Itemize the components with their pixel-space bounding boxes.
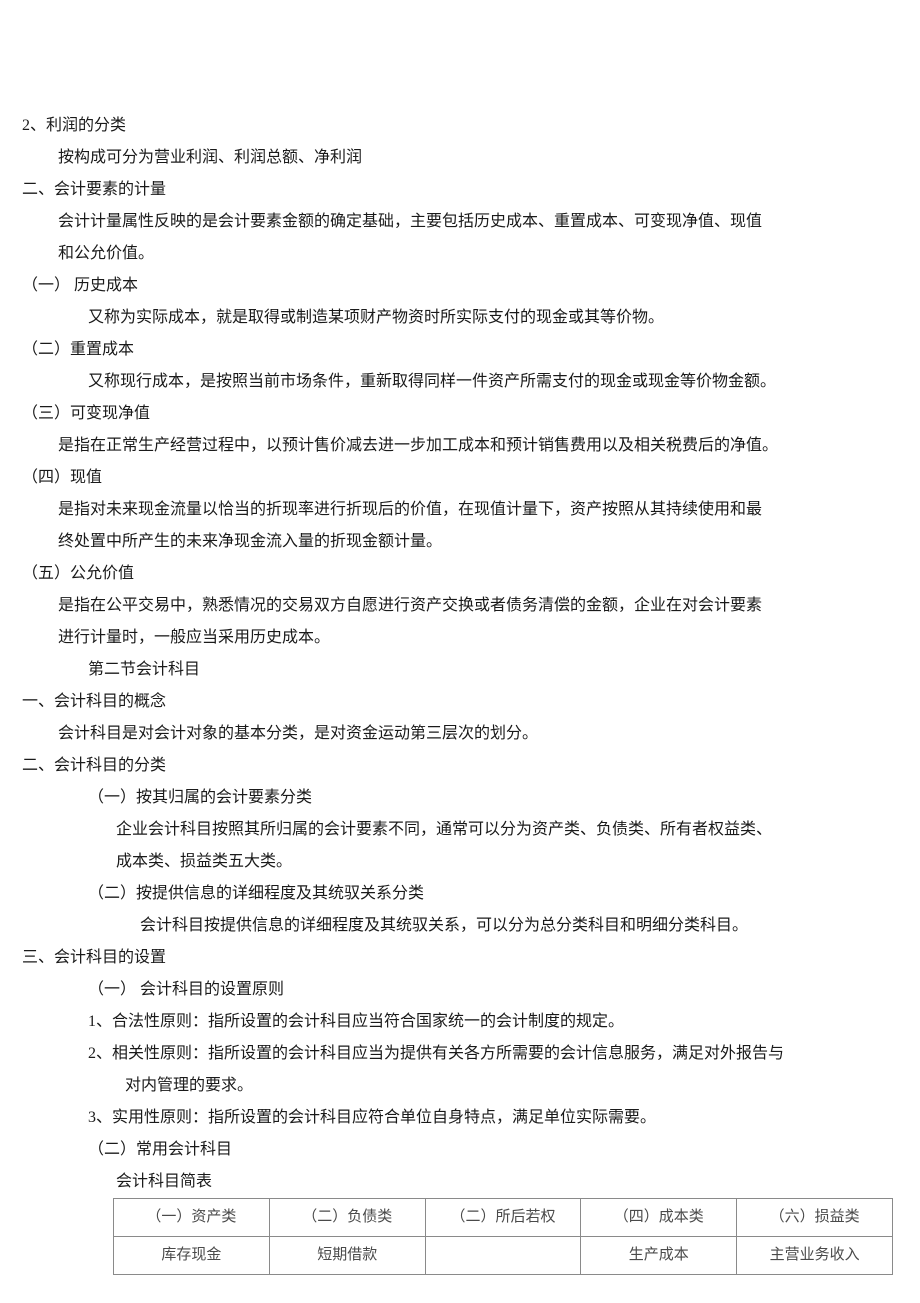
body-text: 对内管理的要求。 — [0, 1070, 920, 1102]
body-text: 又称现行成本，是按照当前市场条件，重新取得同样一件资产所需支付的现金或现金等价物… — [0, 366, 920, 398]
body-text: 会计科目按提供信息的详细程度及其统驭关系，可以分为总分类科目和明细分类科目。 — [0, 910, 920, 942]
table-header-liabilities: （二）负债类 — [269, 1199, 425, 1237]
body-text: 又称为实际成本，就是取得或制造某项财产物资时所实际支付的现金或其等价物。 — [0, 302, 920, 334]
subheading-historical-cost: （一） 历史成本 — [0, 270, 920, 302]
heading-account-concept: 一、会计科目的概念 — [0, 686, 920, 718]
subheading-by-element: （一）按其归属的会计要素分类 — [0, 782, 920, 814]
table-header-assets: （一）资产类 — [114, 1199, 270, 1237]
table-header-cost: （四）成本类 — [581, 1199, 737, 1237]
body-text: 是指在公平交易中，熟悉情况的交易双方自愿进行资产交换或者债务清偿的金额，企业在对… — [0, 590, 920, 622]
principle-practicality: 3、实用性原则：指所设置的会计科目应符合单位自身特点，满足单位实际需要。 — [0, 1102, 920, 1134]
accounts-table: （一）资产类 （二）负债类 （二）所后若权 （四）成本类 （六）损益类 库存现金… — [113, 1198, 893, 1275]
table-row: 库存现金 短期借款 生产成本 主营业务收入 — [114, 1237, 893, 1275]
heading-element-measurement: 二、会计要素的计量 — [0, 174, 920, 206]
section-title-accounts: 第二节会计科目 — [0, 654, 920, 686]
table-header-equity: （二）所后若权 — [425, 1199, 581, 1237]
body-text: 进行计量时，一般应当采用历史成本。 — [0, 622, 920, 654]
table-cell: 生产成本 — [581, 1237, 737, 1275]
body-text: 按构成可分为营业利润、利润总额、净利润 — [0, 142, 920, 174]
subheading-common-accounts: （二）常用会计科目 — [0, 1134, 920, 1166]
table-header-profitloss: （六）损益类 — [737, 1199, 893, 1237]
body-text: 会计计量属性反映的是会计要素金额的确定基础，主要包括历史成本、重置成本、可变现净… — [0, 206, 920, 238]
document-page: 2、利润的分类 按构成可分为营业利润、利润总额、净利润 二、会计要素的计量 会计… — [0, 0, 920, 1303]
principle-legality: 1、合法性原则：指所设置的会计科目应当符合国家统一的会计制度的规定。 — [0, 1006, 920, 1038]
principle-relevance: 2、相关性原则：指所设置的会计科目应当为提供有关各方所需要的会计信息服务，满足对… — [0, 1038, 920, 1070]
heading-profit-classification: 2、利润的分类 — [0, 110, 920, 142]
subheading-present-value: （四）现值 — [0, 462, 920, 494]
body-text: 是指在正常生产经营过程中，以预计售价减去进一步加工成本和预计销售费用以及相关税费… — [0, 430, 920, 462]
body-text: 成本类、损益类五大类。 — [0, 846, 920, 878]
table-cell: 库存现金 — [114, 1237, 270, 1275]
table-cell: 主营业务收入 — [737, 1237, 893, 1275]
table-cell — [425, 1237, 581, 1275]
subheading-fair-value: （五）公允价值 — [0, 558, 920, 590]
heading-account-classification: 二、会计科目的分类 — [0, 750, 920, 782]
table-row: （一）资产类 （二）负债类 （二）所后若权 （四）成本类 （六）损益类 — [114, 1199, 893, 1237]
body-text: 终处置中所产生的未来净现金流入量的折现金额计量。 — [0, 526, 920, 558]
subheading-replacement-cost: （二）重置成本 — [0, 334, 920, 366]
table-caption: 会计科目简表 — [0, 1166, 920, 1198]
heading-account-setup: 三、会计科目的设置 — [0, 942, 920, 974]
body-text: 企业会计科目按照其所归属的会计要素不同，通常可以分为资产类、负债类、所有者权益类… — [0, 814, 920, 846]
body-text: 会计科目是对会计对象的基本分类，是对资金运动第三层次的划分。 — [0, 718, 920, 750]
subheading-setup-principles: （一） 会计科目的设置原则 — [0, 974, 920, 1006]
accounts-table-wrap: （一）资产类 （二）负债类 （二）所后若权 （四）成本类 （六）损益类 库存现金… — [113, 1198, 893, 1275]
body-text: 和公允价值。 — [0, 238, 920, 270]
table-cell: 短期借款 — [269, 1237, 425, 1275]
subheading-net-realizable-value: （三）可变现净值 — [0, 398, 920, 430]
subheading-by-detail: （二）按提供信息的详细程度及其统驭关系分类 — [0, 878, 920, 910]
body-text: 是指对未来现金流量以恰当的折现率进行折现后的价值，在现值计量下，资产按照从其持续… — [0, 494, 920, 526]
